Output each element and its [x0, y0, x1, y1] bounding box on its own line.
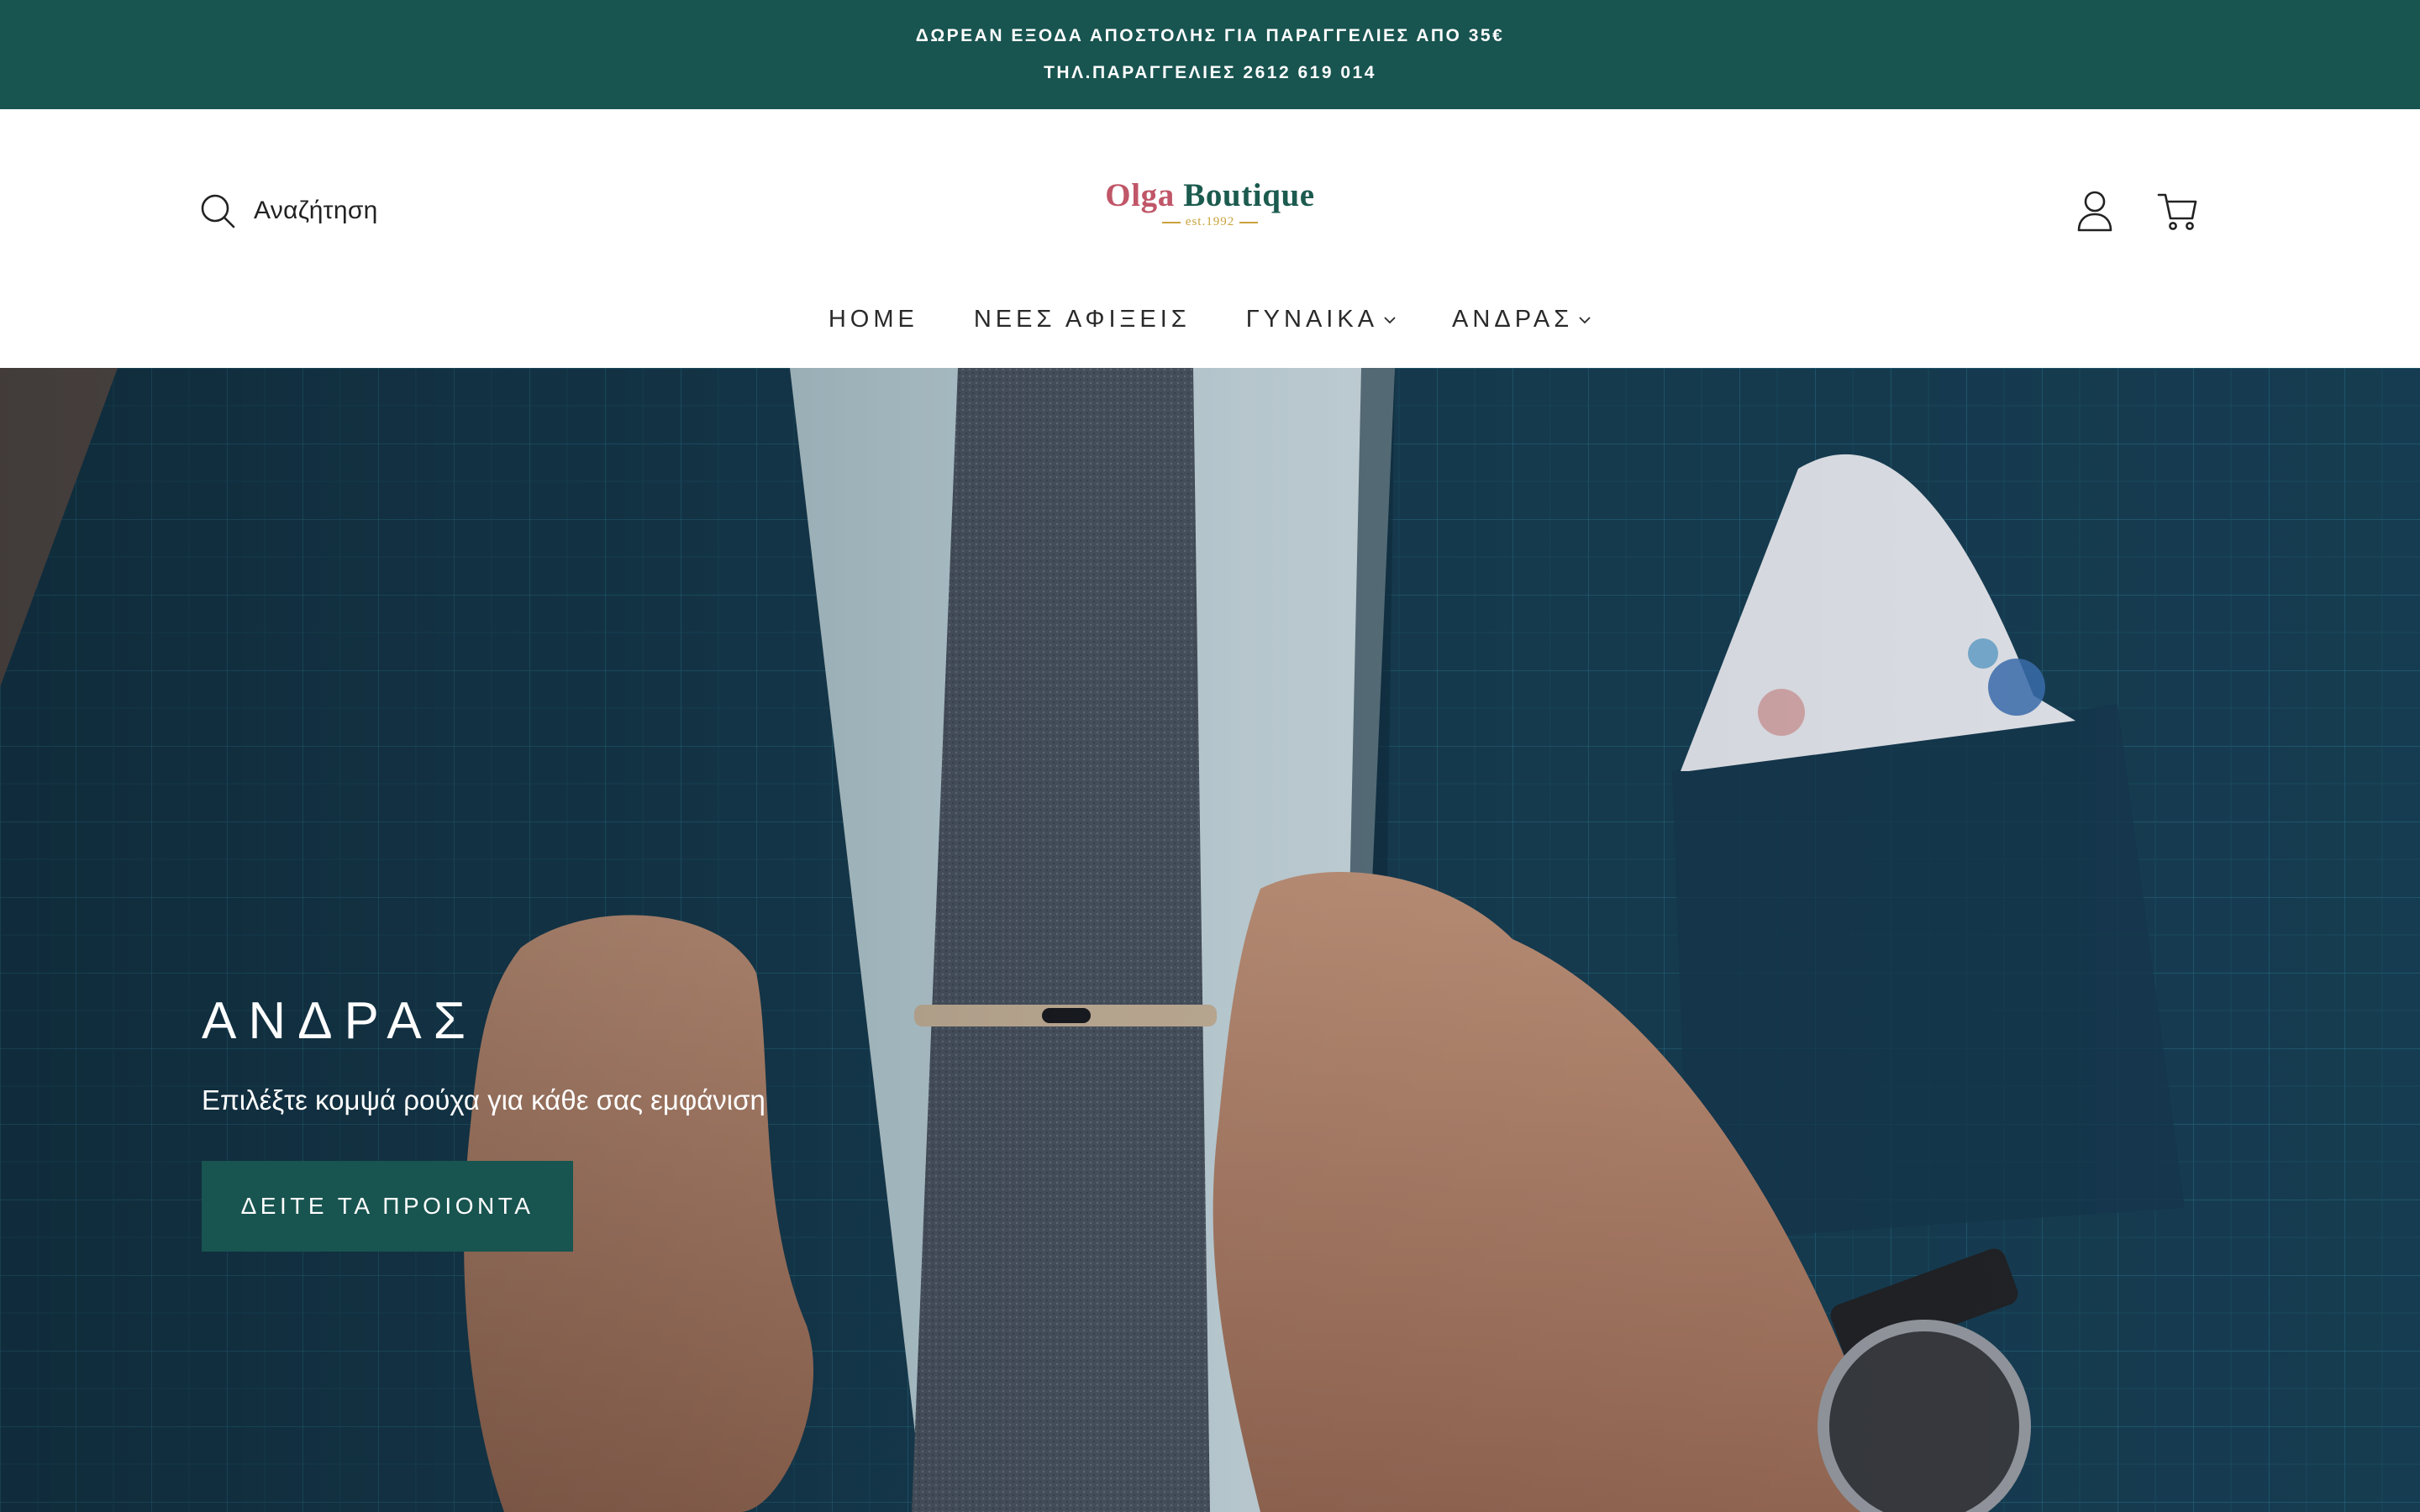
logo-word-boutique: Boutique [1183, 177, 1315, 213]
chevron-down-icon [1579, 317, 1591, 324]
search-label: Αναζήτηση [254, 197, 378, 224]
view-products-label: ΔΕΙΤΕ ΤΑ ΠΡΟΙΟΝΤΑ [240, 1193, 534, 1219]
announcement-shipping: ΔΩΡΕΑΝ ΕΞΟΔΑ ΑΠΟΣΤΟΛΗΣ ΓΙΑ ΠΑΡΑΓΓΕΛΙΕΣ Α… [915, 26, 1505, 45]
hero-banner: ΑΝΔΡΑΣ Επιλέξτε κομψά ρούχα για κάθε σας… [0, 368, 2420, 1512]
nav-item-women[interactable]: ΓΥΝΑΙΚΑ [1246, 306, 1397, 333]
logo-tagline: est.1992 [1162, 215, 1258, 229]
site-header: Αναζήτηση Olga Boutique est.1992 HOME ΝΕ… [0, 109, 2420, 368]
nav-item-home[interactable]: HOME [829, 306, 918, 333]
view-products-button[interactable]: ΔΕΙΤΕ ΤΑ ΠΡΟΙΟΝΤΑ [202, 1161, 573, 1252]
hero-subtitle: Επιλέξτε κομψά ρούχα για κάθε σας εμφάνι… [202, 1084, 765, 1116]
main-nav: HOME ΝΕΕΣ ΑΦΙΞΕΙΣ ΓΥΝΑΙΚΑ ΑΝΔΡΑΣ [0, 286, 2420, 353]
announcement-bar: ΔΩΡΕΑΝ ΕΞΟΔΑ ΑΠΟΣΤΟΛΗΣ ΓΙΑ ΠΑΡΑΓΓΕΛΙΕΣ Α… [0, 0, 2420, 109]
nav-item-new-arrivals[interactable]: ΝΕΕΣ ΑΦΙΞΕΙΣ [974, 306, 1191, 333]
nav-item-men[interactable]: ΑΝΔΡΑΣ [1452, 306, 1591, 333]
logo-word-olga: Olga [1105, 177, 1175, 213]
search-icon [201, 194, 235, 228]
cart-button[interactable] [2148, 181, 2207, 240]
nav-label: HOME [828, 305, 918, 333]
announcement-phone: ΤΗΛ.ΠΑΡΑΓΓΕΛΙΕΣ 2612 619 014 [1044, 63, 1376, 82]
hero-overlay [0, 368, 2420, 1512]
nav-label: ΝΕΕΣ ΑΦΙΞΕΙΣ [973, 305, 1191, 333]
account-button[interactable] [2065, 181, 2124, 240]
account-icon [2077, 191, 2112, 232]
nav-label: ΓΥΝΑΙΚΑ [1245, 305, 1379, 333]
site-logo[interactable]: Olga Boutique est.1992 [1092, 176, 1328, 260]
logo-wordmark: Olga Boutique [1105, 176, 1314, 215]
chevron-down-icon [1384, 317, 1396, 324]
hero-title: ΑΝΔΡΑΣ [202, 992, 477, 1050]
search-button[interactable]: Αναζήτηση [200, 181, 378, 240]
cart-icon [2157, 193, 2197, 230]
nav-label: ΑΝΔΡΑΣ [1452, 305, 1574, 333]
hero-content: ΑΝΔΡΑΣ Επιλέξτε κομψά ρούχα για κάθε σας… [202, 990, 1126, 1252]
